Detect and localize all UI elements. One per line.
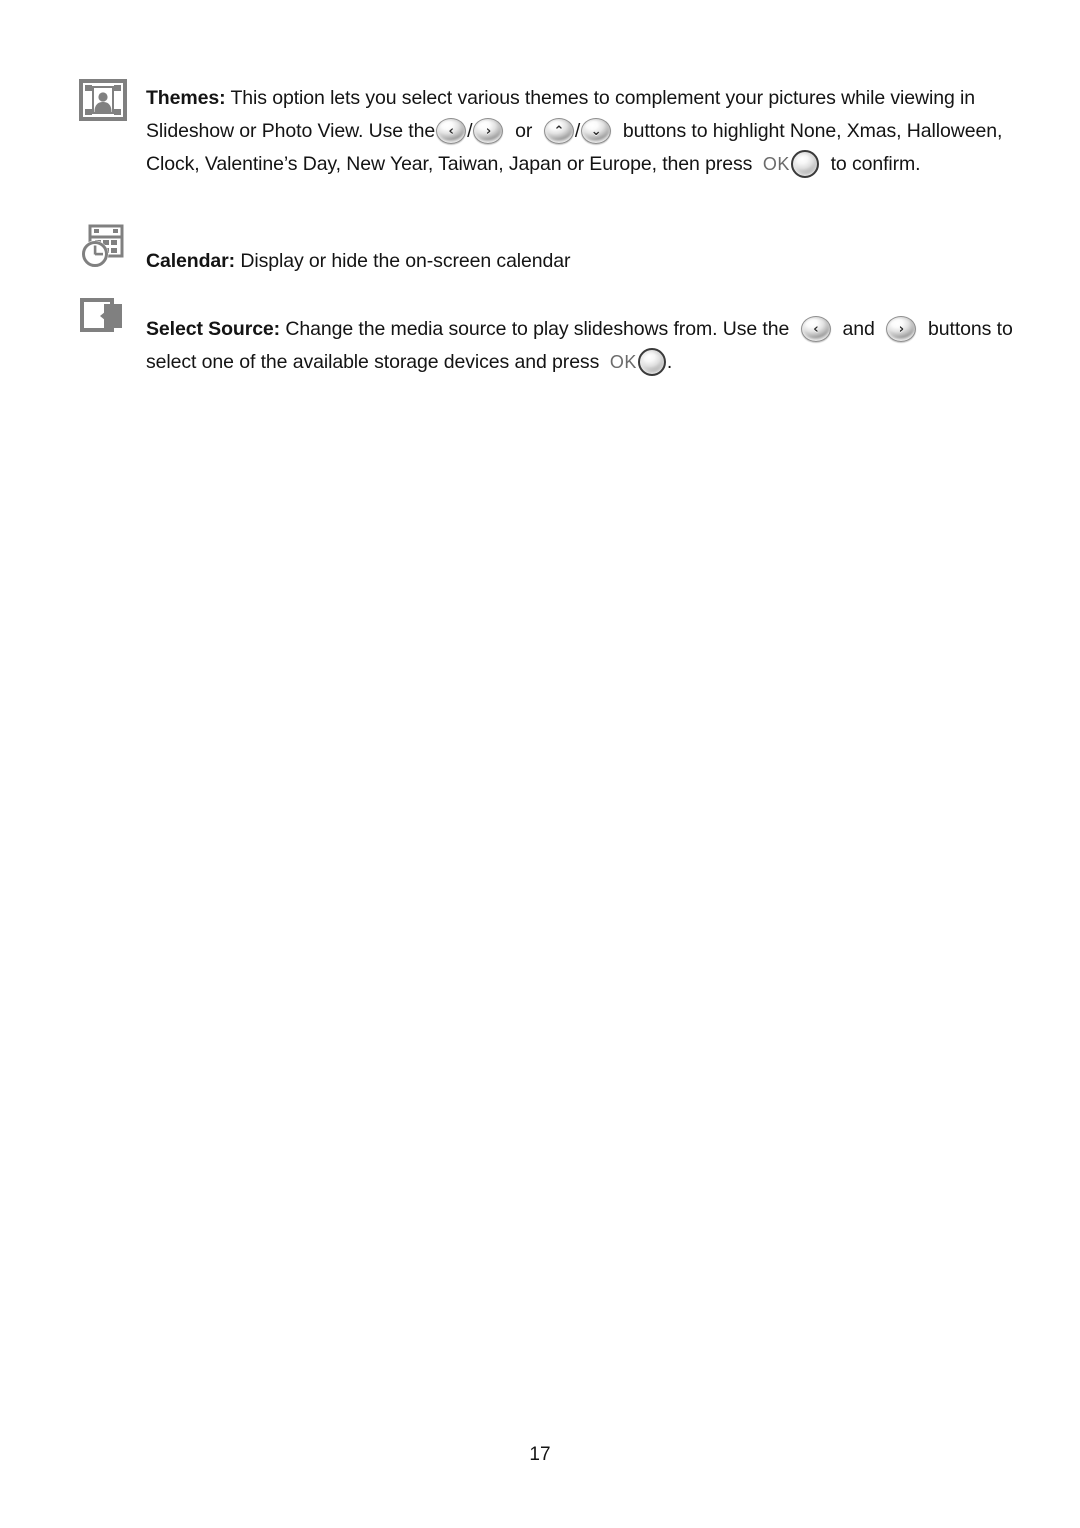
- entry-select-source-text: Select Source: Change the media source t…: [146, 296, 1026, 379]
- ok-button[interactable]: [790, 150, 819, 178]
- right-arrow-glyph: ›: [898, 321, 905, 337]
- right-arrow-button[interactable]: ›: [473, 118, 504, 144]
- calendar-clock-icon: [78, 222, 130, 268]
- ok-label: OK: [609, 352, 637, 372]
- left-arrow-glyph: ‹: [448, 123, 454, 139]
- page-number: 17: [529, 1444, 551, 1465]
- left-arrow-button[interactable]: ‹: [800, 316, 831, 342]
- left-arrow-glyph: ‹: [813, 321, 819, 337]
- select-source-text-1: Change the media source to play slidesho…: [280, 318, 790, 340]
- button-separator: /: [574, 120, 581, 142]
- select-source-icon: [78, 296, 130, 342]
- document-page: Themes: This option lets you select vari…: [0, 0, 1080, 1528]
- entry-calendar-text: Calendar: Display or hide the on-screen …: [146, 222, 1026, 278]
- up-arrow-button[interactable]: ⌃: [543, 118, 574, 144]
- entry-themes: Themes: This option lets you select vari…: [78, 78, 1026, 181]
- themes-text-2: or: [515, 120, 533, 142]
- entry-themes-text: Themes: This option lets you select vari…: [146, 78, 1026, 181]
- term-themes: Themes:: [146, 87, 226, 109]
- themes-text-4: to confirm.: [830, 153, 921, 175]
- left-arrow-button[interactable]: ‹: [436, 118, 467, 144]
- right-arrow-glyph: ›: [485, 123, 492, 139]
- entry-select-source: Select Source: Change the media source t…: [78, 296, 1026, 379]
- select-source-text-4: .: [666, 351, 673, 373]
- up-arrow-glyph: ⌃: [553, 123, 565, 139]
- term-calendar: Calendar:: [146, 250, 236, 272]
- ok-button[interactable]: [637, 348, 666, 376]
- ok-label: OK: [762, 154, 790, 174]
- photo-frame-icon: [78, 78, 130, 124]
- down-arrow-button[interactable]: ⌄: [581, 118, 612, 144]
- right-arrow-button[interactable]: ›: [886, 316, 917, 342]
- button-separator: /: [467, 120, 473, 142]
- entry-calendar: Calendar: Display or hide the on-screen …: [78, 222, 1026, 278]
- term-select-source: Select Source:: [146, 318, 281, 340]
- select-source-text-2: and: [842, 318, 875, 340]
- calendar-text-1: Display or hide the on-screen calendar: [235, 250, 571, 272]
- down-arrow-glyph: ⌄: [590, 123, 602, 139]
